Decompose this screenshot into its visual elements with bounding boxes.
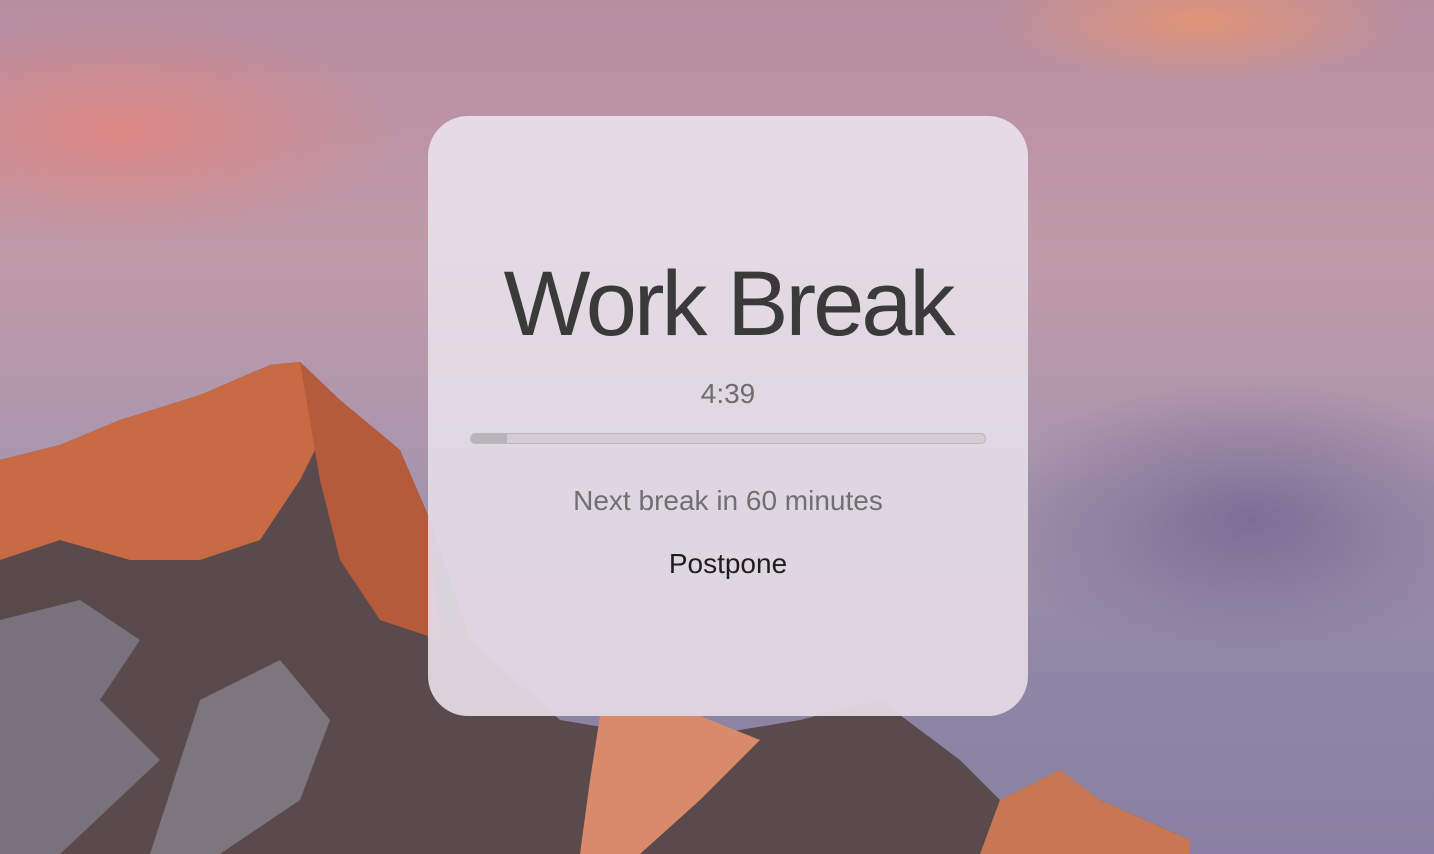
work-break-dialog: Work Break 4:39 Next break in 60 minutes… — [428, 116, 1028, 716]
countdown-timer: 4:39 — [700, 378, 756, 409]
next-break-text: Next break in 60 minutes — [573, 485, 883, 516]
break-progress-fill — [471, 434, 507, 443]
break-title: Work Break — [503, 253, 956, 355]
postpone-button[interactable]: Postpone — [428, 547, 1028, 581]
break-progress-bar — [470, 433, 986, 444]
